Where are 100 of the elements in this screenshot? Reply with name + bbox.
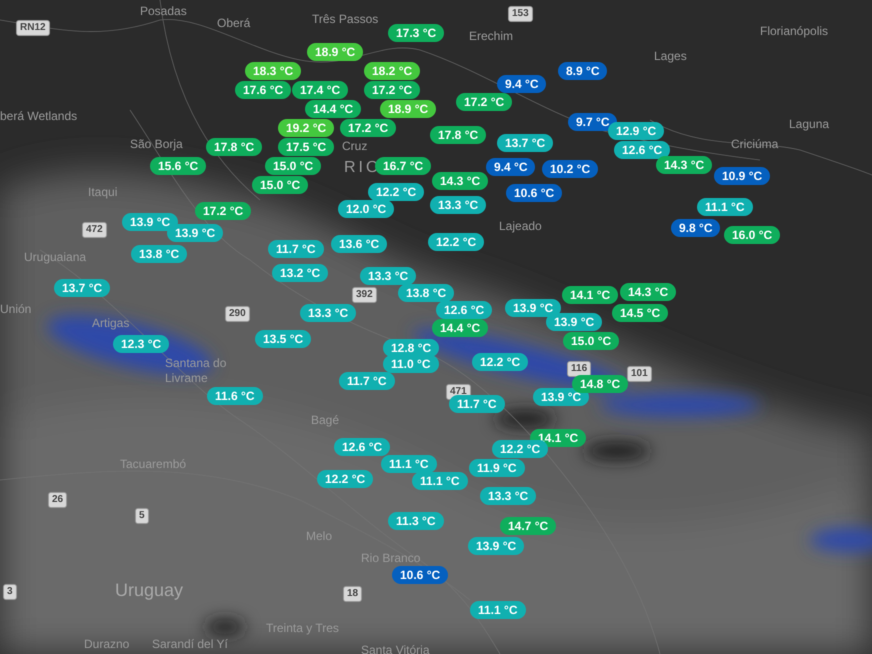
temperature-label[interactable]: 14.1 °C [562,286,618,304]
temperature-label[interactable]: 12.2 °C [317,470,374,488]
temperature-label[interactable]: 14.7 °C [500,517,556,535]
temperature-label[interactable]: 13.8 °C [398,284,454,302]
city-label: Criciúma [731,138,778,150]
temperature-label[interactable]: 13.5 °C [255,330,312,348]
temperature-label[interactable]: 10.6 °C [506,184,562,202]
temperature-label[interactable]: 11.9 °C [469,459,524,477]
temperature-label[interactable]: 13.3 °C [430,196,486,214]
temperature-label[interactable]: 11.7 °C [268,240,324,258]
road-shield: 290 [225,306,250,322]
temperature-label[interactable]: 13.9 °C [505,299,562,317]
temperature-label[interactable]: 11.7 °C [449,395,504,413]
city-label: Bagé [311,414,340,426]
city-label: Posadas [140,5,187,17]
temperature-label[interactable]: 9.4 °C [497,75,546,93]
temperature-label[interactable]: 14.3 °C [432,172,488,190]
temperature-label[interactable]: 12.3 °C [113,335,170,353]
temperature-label[interactable]: 19.2 °C [278,119,334,137]
temperature-label[interactable]: 14.3 °C [656,156,712,174]
temperature-label[interactable]: 13.2 °C [272,264,328,282]
temperature-label[interactable]: 12.2 °C [368,183,424,201]
temperature-label[interactable]: 12.6 °C [436,301,492,319]
temperature-label[interactable]: 12.2 °C [472,353,528,371]
temperature-label[interactable]: 10.9 °C [714,167,770,185]
temperature-label[interactable]: 14.5 °C [612,304,668,322]
temperature-label[interactable]: 14.3 °C [620,283,676,301]
temperature-label[interactable]: 17.6 °C [235,81,292,99]
temperature-label[interactable]: 11.7 °C [339,372,394,390]
city-label: Oberá [217,17,250,29]
temperature-label[interactable]: 13.3 °C [480,487,536,505]
temperature-label[interactable]: 18.9 °C [380,100,436,118]
temperature-label[interactable]: 13.3 °C [360,267,416,285]
temperature-label[interactable]: 17.4 °C [292,81,348,99]
city-label: Santana do [165,357,226,369]
temperature-label[interactable]: 16.0 °C [724,226,780,244]
temperature-label[interactable]: 12.6 °C [334,438,390,456]
temperature-label[interactable]: 12.2 °C [428,233,484,251]
temperature-label[interactable]: 9.7 °C [568,113,618,131]
temperature-label[interactable]: 15.0 °C [563,332,620,350]
temperature-label[interactable]: 12.6 °C [614,141,670,159]
temperature-label[interactable]: 13.9 °C [546,313,602,331]
temperature-label[interactable]: 10.6 °C [392,566,448,584]
temperature-label[interactable]: 12.9 °C [608,122,664,140]
temperature-label[interactable]: 13.3 °C [300,304,356,322]
temperature-label[interactable]: 17.2 °C [364,81,420,99]
country-label: Uruguay [115,581,184,599]
temperature-label[interactable]: 17.2 °C [195,202,252,220]
city-label: Santa Vitória [361,644,430,654]
temperature-label[interactable]: 11.1 °C [697,198,752,216]
road-shield: 3 [3,584,17,600]
temperature-label[interactable]: 9.4 °C [486,158,536,176]
city-label: Três Passos [312,13,378,25]
temperature-label[interactable]: 14.8 °C [572,375,628,393]
temperature-label[interactable]: 11.3 °C [388,512,444,530]
temperature-label[interactable]: 13.7 °C [54,279,110,297]
temperature-label[interactable]: 18.9 °C [307,43,364,61]
temperature-label[interactable]: 11.1 °C [412,472,468,490]
temperature-label[interactable]: 13.7 °C [497,134,554,152]
road-shield: 392 [352,287,377,303]
city-label: Durazno [84,638,130,650]
road-shield: 153 [508,6,533,22]
temperature-label[interactable]: 11.0 °C [383,355,438,373]
temperature-label[interactable]: 15.0 °C [252,176,308,194]
city-label: Artigas [92,317,130,329]
city-label: Unión [0,303,32,315]
temperature-label[interactable]: 17.2 °C [340,119,396,137]
temperature-label[interactable]: 18.2 °C [364,62,420,80]
temperature-label[interactable]: 16.7 °C [375,157,432,175]
city-label: Laguna [789,118,830,130]
temperature-label[interactable]: 17.8 °C [206,138,262,156]
road-shield: 116 [567,361,592,377]
city-label: Erechim [469,30,514,42]
temperature-label[interactable]: 13.6 °C [331,235,388,253]
temperature-label[interactable]: 10.2 °C [542,160,598,178]
temperature-label[interactable]: 9.8 °C [671,219,720,237]
temperature-label[interactable]: 17.2 °C [456,93,512,111]
temperature-label[interactable]: 18.3 °C [245,62,302,80]
temperature-label[interactable]: 15.0 °C [265,157,322,175]
temperature-label[interactable]: 12.0 °C [338,200,394,218]
temperature-label[interactable]: 17.3 °C [388,24,444,42]
city-label: Sarandí del Yí [152,638,228,650]
city-label: São Borja [130,138,183,150]
temperature-label[interactable]: 17.5 °C [278,138,334,156]
temperature-label[interactable]: 11.1 °C [381,455,436,473]
city-label: Uruguaiana [24,251,86,263]
road-shield: 18 [343,586,362,602]
temperature-label[interactable]: 13.9 °C [468,537,524,555]
temperature-label[interactable]: 14.4 °C [432,319,488,337]
temperature-label[interactable]: 17.8 °C [430,126,486,144]
temperature-label[interactable]: 15.6 °C [150,157,206,175]
road-shield: 101 [627,366,652,382]
temperature-label[interactable]: 8.9 °C [558,62,608,80]
city-label: Florianópolis [760,25,828,37]
temperature-label[interactable]: 11.6 °C [207,387,262,405]
temperature-label[interactable]: 11.1 °C [470,601,526,619]
city-label: Livrame [165,372,208,384]
temperature-label[interactable]: 14.4 °C [305,100,362,118]
city-label: Itaqui [88,186,118,198]
temperature-label[interactable]: 13.8 °C [131,245,188,263]
